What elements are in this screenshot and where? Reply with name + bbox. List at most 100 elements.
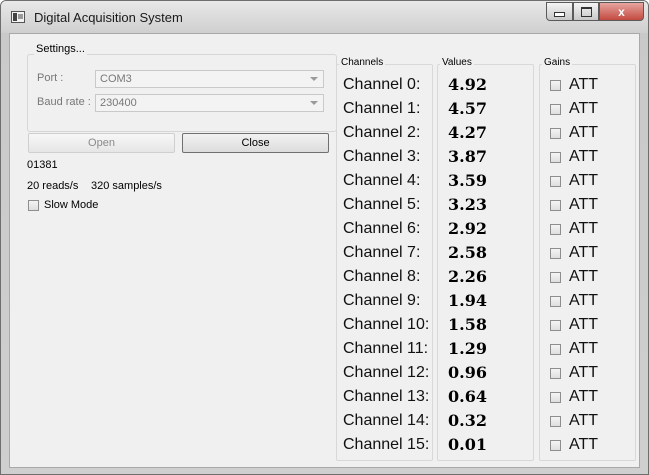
- gain-att-toggle[interactable]: ATT: [550, 433, 620, 457]
- att-label: ATT: [569, 172, 599, 189]
- channel-value: 0.64: [448, 387, 487, 406]
- channel-label: Channel 15:: [343, 436, 430, 453]
- att-label: ATT: [569, 244, 599, 261]
- gain-att-toggle[interactable]: ATT: [550, 409, 620, 433]
- channel-value: 3.23: [448, 195, 487, 214]
- channel-label: Channel 4:: [343, 172, 421, 189]
- values-header: Values: [440, 57, 474, 68]
- att-label: ATT: [569, 388, 599, 405]
- att-checkbox[interactable]: [550, 80, 561, 91]
- main-panel: Settings... Port : COM3 Baud rate : 2304…: [9, 33, 640, 468]
- close-window-button[interactable]: x: [599, 2, 644, 21]
- port-label: Port :: [37, 72, 64, 84]
- gain-att-toggle[interactable]: ATT: [550, 217, 620, 241]
- samples-rate: 320 samples/s: [91, 180, 162, 192]
- att-label: ATT: [569, 100, 599, 117]
- channel-value: 0.32: [448, 411, 487, 430]
- channel-value: 0.96: [448, 363, 487, 382]
- slow-mode-checkbox[interactable]: [28, 200, 39, 211]
- close-button[interactable]: Close: [182, 133, 329, 153]
- title-bar[interactable]: Digital Acquisition System x: [1, 1, 648, 33]
- att-checkbox[interactable]: [550, 128, 561, 139]
- att-label: ATT: [569, 76, 599, 93]
- channel-value: 3.87: [448, 147, 487, 166]
- app-icon[interactable]: [11, 11, 25, 23]
- att-label: ATT: [569, 196, 599, 213]
- baud-rate-label: Baud rate :: [37, 96, 91, 108]
- maximize-icon: [580, 6, 592, 17]
- settings-title: Settings...: [34, 43, 87, 55]
- att-label: ATT: [569, 340, 599, 357]
- port-select[interactable]: COM3: [95, 70, 324, 88]
- channel-label: Channel 3:: [343, 148, 421, 165]
- channel-value: 0.01: [448, 435, 487, 454]
- channel-value: 2.58: [448, 243, 487, 262]
- minimize-icon: [554, 12, 565, 17]
- att-checkbox[interactable]: [550, 344, 561, 355]
- gain-att-toggle[interactable]: ATT: [550, 385, 620, 409]
- att-label: ATT: [569, 412, 599, 429]
- values-group: Values 4.92 4.57 4.27 3.87 3.59 3.23 2.92 2.58 2…: [437, 57, 534, 461]
- gains-header: Gains: [542, 57, 573, 68]
- gain-att-toggle[interactable]: ATT: [550, 193, 620, 217]
- window-title: Digital Acquisition System: [34, 10, 183, 25]
- maximize-button[interactable]: [573, 2, 599, 21]
- channel-label: Channel 7:: [343, 244, 421, 261]
- channel-value: 4.92: [448, 75, 487, 94]
- channel-label: Channel 8:: [343, 268, 421, 285]
- baud-rate-value: 230400: [100, 97, 137, 109]
- att-checkbox[interactable]: [550, 272, 561, 283]
- gain-att-toggle[interactable]: ATT: [550, 145, 620, 169]
- gain-att-toggle[interactable]: ATT: [550, 313, 620, 337]
- att-label: ATT: [569, 316, 599, 333]
- gain-att-toggle[interactable]: ATT: [550, 73, 620, 97]
- sample-counter: 01381: [27, 159, 58, 171]
- port-value: COM3: [100, 73, 132, 85]
- app-window: Digital Acquisition System x Settings...…: [0, 0, 649, 475]
- att-checkbox[interactable]: [550, 416, 561, 427]
- att-checkbox[interactable]: [550, 248, 561, 259]
- channel-value: 4.27: [448, 123, 487, 142]
- settings-group: Settings... Port : COM3 Baud rate : 2304…: [27, 43, 337, 132]
- channels-group: Channels Channel 0: Channel 1: Channel 2: C…: [336, 57, 433, 461]
- channel-label: Channel 13:: [343, 388, 430, 405]
- gain-att-toggle[interactable]: ATT: [550, 289, 620, 313]
- open-button[interactable]: Open: [28, 133, 175, 153]
- att-checkbox[interactable]: [550, 368, 561, 379]
- att-checkbox[interactable]: [550, 440, 561, 451]
- att-checkbox[interactable]: [550, 224, 561, 235]
- att-checkbox[interactable]: [550, 104, 561, 115]
- att-label: ATT: [569, 124, 599, 141]
- att-checkbox[interactable]: [550, 152, 561, 163]
- att-label: ATT: [569, 436, 599, 453]
- att-checkbox[interactable]: [550, 296, 561, 307]
- att-label: ATT: [569, 268, 599, 285]
- channels-header: Channels: [339, 57, 386, 68]
- channel-label: Channel 5:: [343, 196, 421, 213]
- channel-value: 3.59: [448, 171, 487, 190]
- gain-att-toggle[interactable]: ATT: [550, 169, 620, 193]
- channel-label: Channel 10:: [343, 316, 430, 333]
- channel-label: Channel 2:: [343, 124, 421, 141]
- channel-label: Channel 9:: [343, 292, 421, 309]
- gain-att-toggle[interactable]: ATT: [550, 241, 620, 265]
- close-icon: x: [618, 4, 625, 19]
- gain-att-toggle[interactable]: ATT: [550, 97, 620, 121]
- channel-label: Channel 0:: [343, 76, 421, 93]
- minimize-button[interactable]: [546, 2, 573, 21]
- att-label: ATT: [569, 292, 599, 309]
- att-checkbox[interactable]: [550, 320, 561, 331]
- channel-value: 1.29: [448, 339, 487, 358]
- channel-value: 2.92: [448, 219, 487, 238]
- att-checkbox[interactable]: [550, 200, 561, 211]
- att-checkbox[interactable]: [550, 392, 561, 403]
- channel-value: 1.58: [448, 315, 487, 334]
- channel-value: 4.57: [448, 99, 487, 118]
- gain-att-toggle[interactable]: ATT: [550, 361, 620, 385]
- gain-att-toggle[interactable]: ATT: [550, 121, 620, 145]
- gain-att-toggle[interactable]: ATT: [550, 265, 620, 289]
- att-checkbox[interactable]: [550, 176, 561, 187]
- chevron-down-icon: [310, 77, 318, 81]
- gain-att-toggle[interactable]: ATT: [550, 337, 620, 361]
- baud-rate-select[interactable]: 230400: [95, 94, 324, 112]
